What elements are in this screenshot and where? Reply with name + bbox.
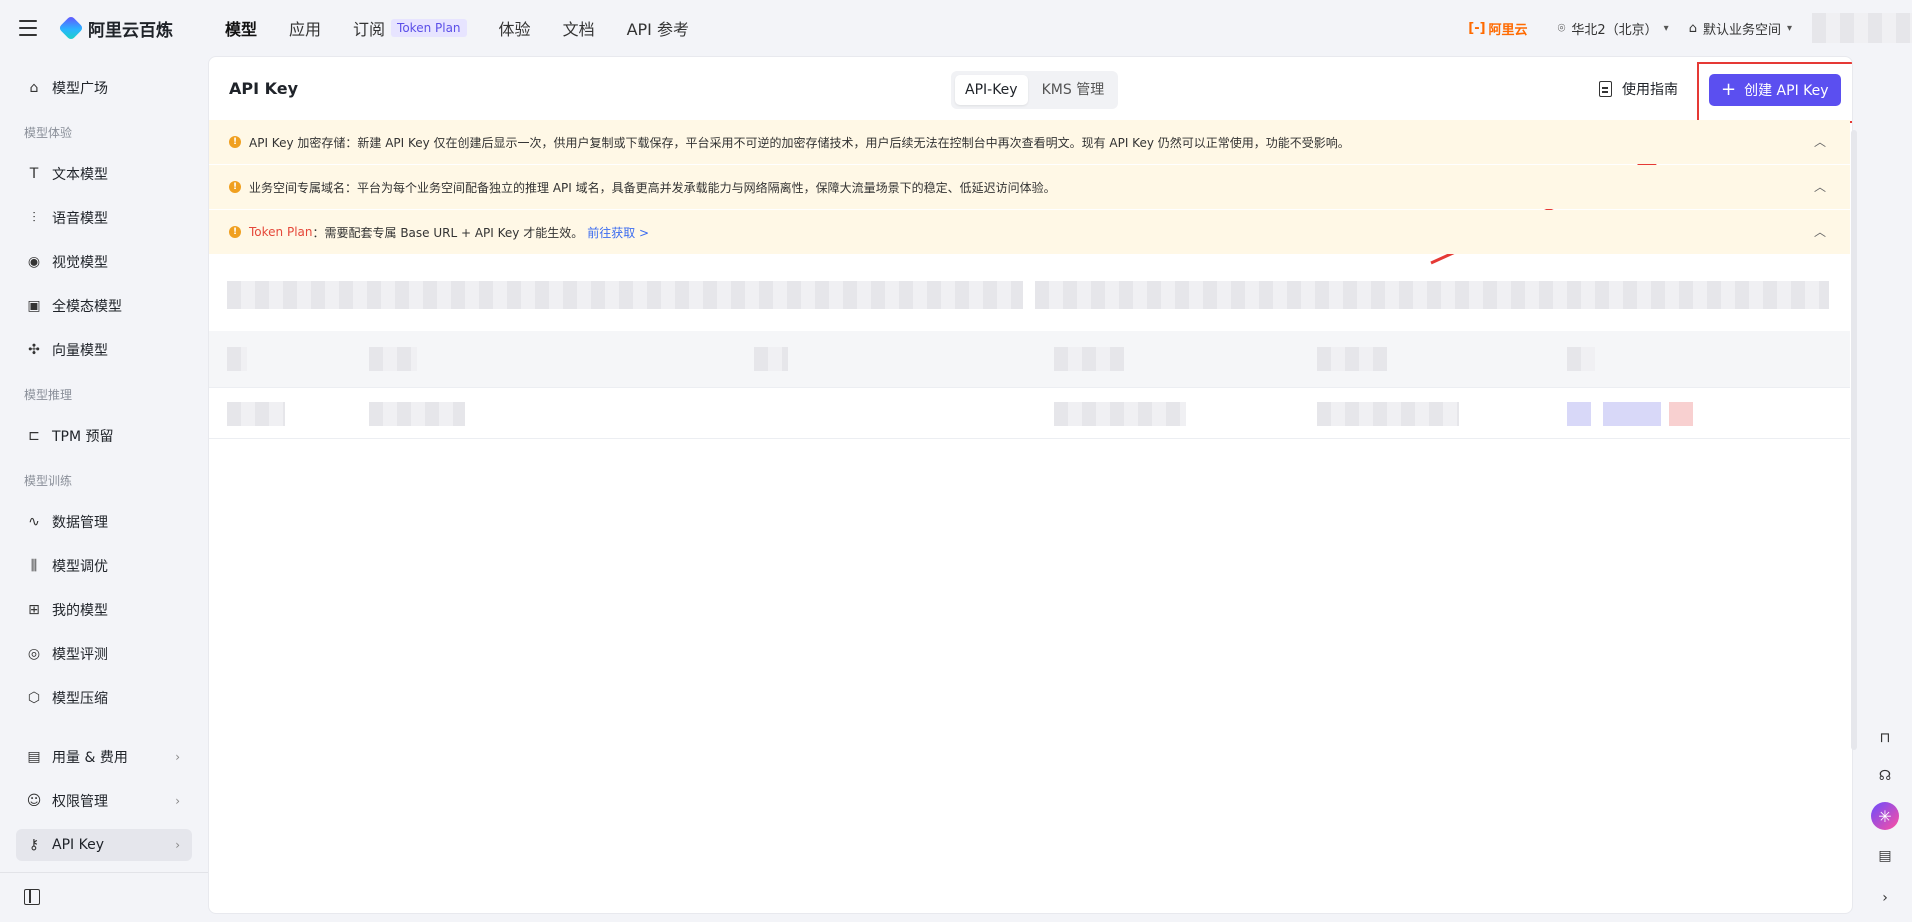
table-header xyxy=(209,331,1850,387)
headset-icon[interactable]: ☊ xyxy=(1875,766,1895,786)
workspace-selector[interactable]: ⌂ 默认业务空间 ▾ xyxy=(1689,19,1792,38)
warning-icon: ! xyxy=(229,181,241,193)
collapse-sidebar-icon[interactable] xyxy=(24,889,40,905)
home-icon: ⌂ xyxy=(1688,20,1697,36)
nav-experience[interactable]: 体验 xyxy=(499,16,531,40)
highlight-annotation xyxy=(1697,62,1852,123)
chevron-right-icon: › xyxy=(175,838,180,852)
float-toolbar: ⊓ ☊ ✳ ▤ › xyxy=(1853,700,1912,922)
sidebar-item-model-compress[interactable]: ⬡ 模型压缩 xyxy=(16,682,192,714)
sidebar-item-permission[interactable]: ☺ 权限管理 › xyxy=(16,785,192,817)
aliyun-link[interactable]: [-] 阿里云 xyxy=(1468,19,1527,38)
document-icon[interactable]: ▤ xyxy=(1875,846,1895,866)
redacted-info-left xyxy=(227,281,1023,309)
chevron-right-icon: › xyxy=(175,750,180,764)
warning-icon: ! xyxy=(229,226,241,238)
vector-model-icon: ✣ xyxy=(28,342,40,358)
row-action-2[interactable] xyxy=(1603,402,1661,426)
row-action-1[interactable] xyxy=(1567,402,1591,426)
sidebar-group-experience: 模型体验 xyxy=(24,126,73,140)
sidebar-item-text-model[interactable]: T 文本模型 xyxy=(16,158,192,190)
sidebar-item-api-key[interactable]: ⚷ API Key › xyxy=(16,829,192,861)
alert-domain: ! 业务空间专属域名： 平台为每个业务空间配备独立的推理 API 域名，具备更高… xyxy=(209,165,1850,209)
sidebar-group-training: 模型训练 xyxy=(24,474,73,488)
chart-icon: ∿ xyxy=(28,514,40,530)
top-bar: 阿里云百炼 模型 应用 订阅 Token Plan 体验 文档 API 参考 [-… xyxy=(0,0,1912,56)
get-token-plan-link[interactable]: 前往获取 > xyxy=(587,224,649,241)
key-icon: ⚷ xyxy=(28,837,40,853)
sidebar-item-model-market[interactable]: ⌂ 模型广场 xyxy=(16,72,192,104)
model-market-icon: ⌂ xyxy=(29,80,39,96)
token-plan-badge: Token Plan xyxy=(391,19,467,37)
menu-icon[interactable] xyxy=(14,14,42,42)
chevron-right-icon[interactable]: › xyxy=(1875,888,1895,908)
user-icon: ☺ xyxy=(26,793,42,809)
table-row[interactable] xyxy=(209,387,1850,439)
guide-link[interactable]: 使用指南 xyxy=(1599,79,1678,99)
ai-assistant-icon[interactable]: ✳ xyxy=(1871,802,1899,830)
nav-subscribe[interactable]: 订阅 Token Plan xyxy=(353,16,467,40)
sidebar-group-inference: 模型推理 xyxy=(24,388,73,402)
region-selector[interactable]: ⌾ 华北2（北京） ▾ xyxy=(1558,19,1669,38)
bag-icon[interactable]: ⊓ xyxy=(1875,728,1895,748)
alert-token-plan: ! Token Plan ：需要配套专属 Base URL + API Key … xyxy=(209,210,1850,254)
nav-docs[interactable]: 文档 xyxy=(563,16,595,40)
sidebar-item-omni-model[interactable]: ▣ 全模态模型 xyxy=(16,290,192,322)
top-right: [-] 阿里云 ⌾ 华北2（北京） ▾ ⌂ 默认业务空间 ▾ xyxy=(1468,0,1912,56)
document-icon xyxy=(1599,81,1612,97)
sidebar-item-tpm[interactable]: ⊏ TPM 预留 xyxy=(16,420,192,452)
aliyun-icon: [-] xyxy=(1468,20,1486,36)
location-icon: ⌾ xyxy=(1557,20,1566,36)
sidebar-item-vector-model[interactable]: ✣ 向量模型 xyxy=(16,334,192,366)
sidebar-item-model-eval[interactable]: ◎ 模型评测 xyxy=(16,638,192,670)
sidebar-item-voice-model[interactable]: ⫶ 语音模型 xyxy=(16,202,192,234)
logo[interactable]: 阿里云百炼 xyxy=(58,15,173,41)
chevron-up-icon[interactable]: ︿ xyxy=(1814,223,1826,240)
sidebar-item-usage-billing[interactable]: ▤ 用量 & 费用 › xyxy=(16,741,192,773)
bill-icon: ▤ xyxy=(27,749,41,765)
logo-text: 阿里云百炼 xyxy=(88,20,173,41)
compass-icon: ◎ xyxy=(27,646,41,662)
page-title: API Key xyxy=(229,79,299,98)
sidebar-item-vision-model[interactable]: ◉ 视觉模型 xyxy=(16,246,192,278)
row-action-delete[interactable] xyxy=(1669,402,1693,426)
account-avatar[interactable] xyxy=(1812,13,1912,43)
compress-icon: ⬡ xyxy=(27,690,41,706)
chevron-right-icon: › xyxy=(175,794,180,808)
camera-icon: ◉ xyxy=(27,254,41,270)
nav-api-ref[interactable]: API 参考 xyxy=(627,16,689,40)
nav-model[interactable]: 模型 xyxy=(225,16,257,40)
voice-model-icon: ⫶ xyxy=(32,210,36,226)
chevron-up-icon[interactable]: ︿ xyxy=(1814,133,1826,150)
warning-icon: ! xyxy=(229,136,241,148)
top-nav: 模型 应用 订阅 Token Plan 体验 文档 API 参考 xyxy=(225,16,721,40)
tab-kms[interactable]: KMS 管理 xyxy=(1032,75,1115,105)
redacted-info-right xyxy=(1035,281,1829,309)
tpm-icon: ⊏ xyxy=(28,428,40,444)
tuning-icon: ⫼ xyxy=(30,558,38,574)
sidebar-item-data-manage[interactable]: ∿ 数据管理 xyxy=(16,506,192,538)
sidebar-item-model-tuning[interactable]: ⫼ 模型调优 xyxy=(16,550,192,582)
sidebar-footer xyxy=(0,872,208,922)
grid-icon: ⊞ xyxy=(28,602,40,618)
sidebar-item-my-model[interactable]: ⊞ 我的模型 xyxy=(16,594,192,626)
logo-icon xyxy=(58,15,84,41)
scrollbar[interactable] xyxy=(1851,130,1857,750)
tab-switch: API-Key KMS 管理 xyxy=(951,71,1119,109)
omni-model-icon: ▣ xyxy=(27,298,41,314)
sidebar: ⌂ 模型广场 模型体验 T 文本模型 ⫶ 语音模型 ◉ 视觉模型 ▣ 全模态模型 ✣ 向量模… xyxy=(0,56,208,922)
chevron-down-icon: ▾ xyxy=(1786,22,1792,34)
nav-app[interactable]: 应用 xyxy=(289,16,321,40)
alert-encryption: ! API Key 加密存储： 新建 API Key 仅在创建后显示一次，供用户… xyxy=(209,120,1850,164)
main-panel: API Key API-Key KMS 管理 使用指南 + 创建 API Key… xyxy=(208,56,1853,914)
chevron-down-icon: ▾ xyxy=(1663,22,1669,34)
chevron-up-icon[interactable]: ︿ xyxy=(1814,178,1826,195)
text-model-icon: T xyxy=(29,166,39,182)
tab-api-key[interactable]: API-Key xyxy=(955,75,1028,105)
